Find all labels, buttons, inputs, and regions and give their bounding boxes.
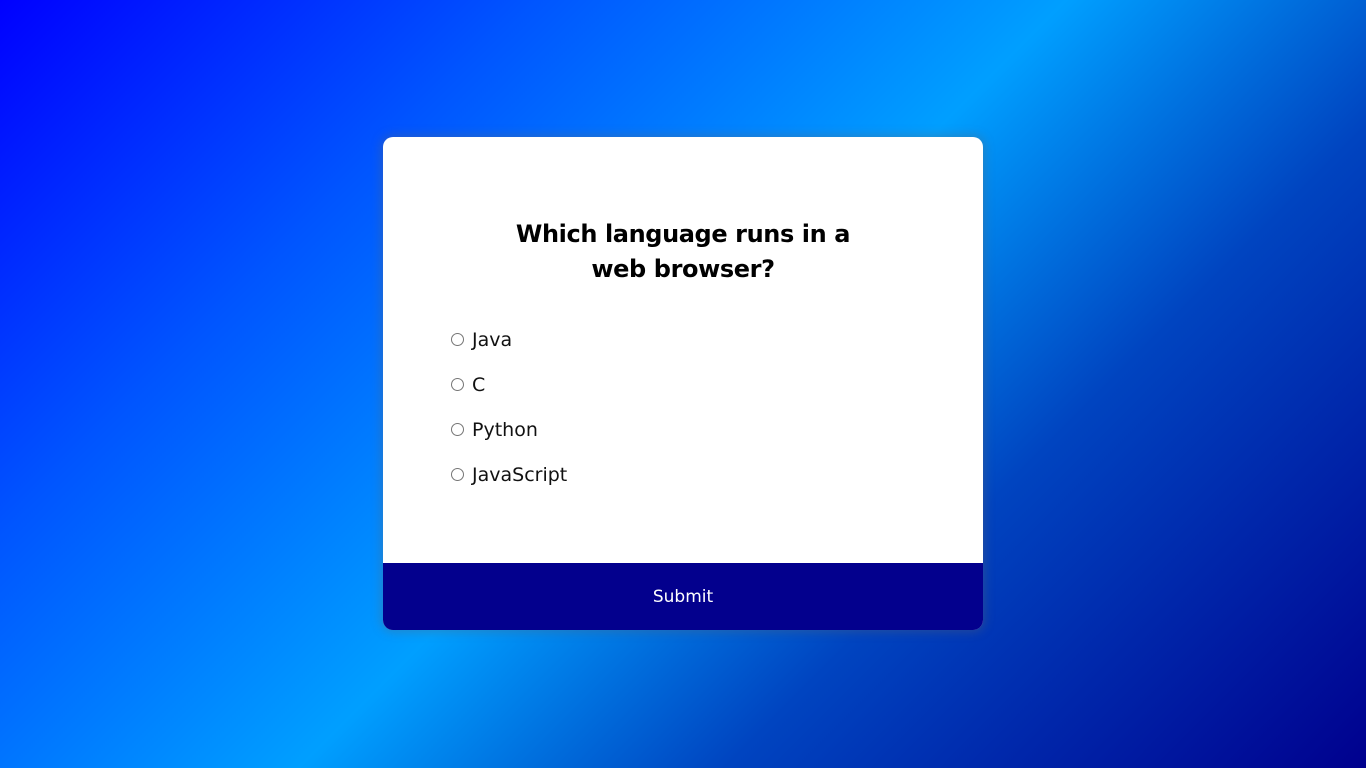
- page-background: { "quiz": { "question": "Which language …: [0, 0, 1366, 768]
- answer-option-javascript[interactable]: JavaScript: [451, 452, 903, 497]
- radio-button[interactable]: [451, 333, 464, 346]
- answer-option-python[interactable]: Python: [451, 407, 903, 452]
- submit-button[interactable]: Submit: [383, 563, 983, 630]
- question-heading: Which language runs in a web browser?: [515, 220, 851, 283]
- radio-button[interactable]: [451, 378, 464, 391]
- quiz-card: Which language runs in a web browser? Ja…: [383, 137, 983, 630]
- answer-label: Python: [472, 418, 538, 441]
- quiz-body: Which language runs in a web browser? Ja…: [383, 137, 983, 563]
- answer-option-c[interactable]: C: [451, 362, 903, 407]
- answer-label: JavaScript: [472, 463, 568, 486]
- answer-label: C: [472, 373, 486, 396]
- radio-button[interactable]: [451, 423, 464, 436]
- answer-option-java[interactable]: Java: [451, 317, 903, 362]
- radio-button[interactable]: [451, 468, 464, 481]
- answer-list: Java C Python JavaScript: [451, 317, 903, 497]
- answer-label: Java: [472, 328, 513, 351]
